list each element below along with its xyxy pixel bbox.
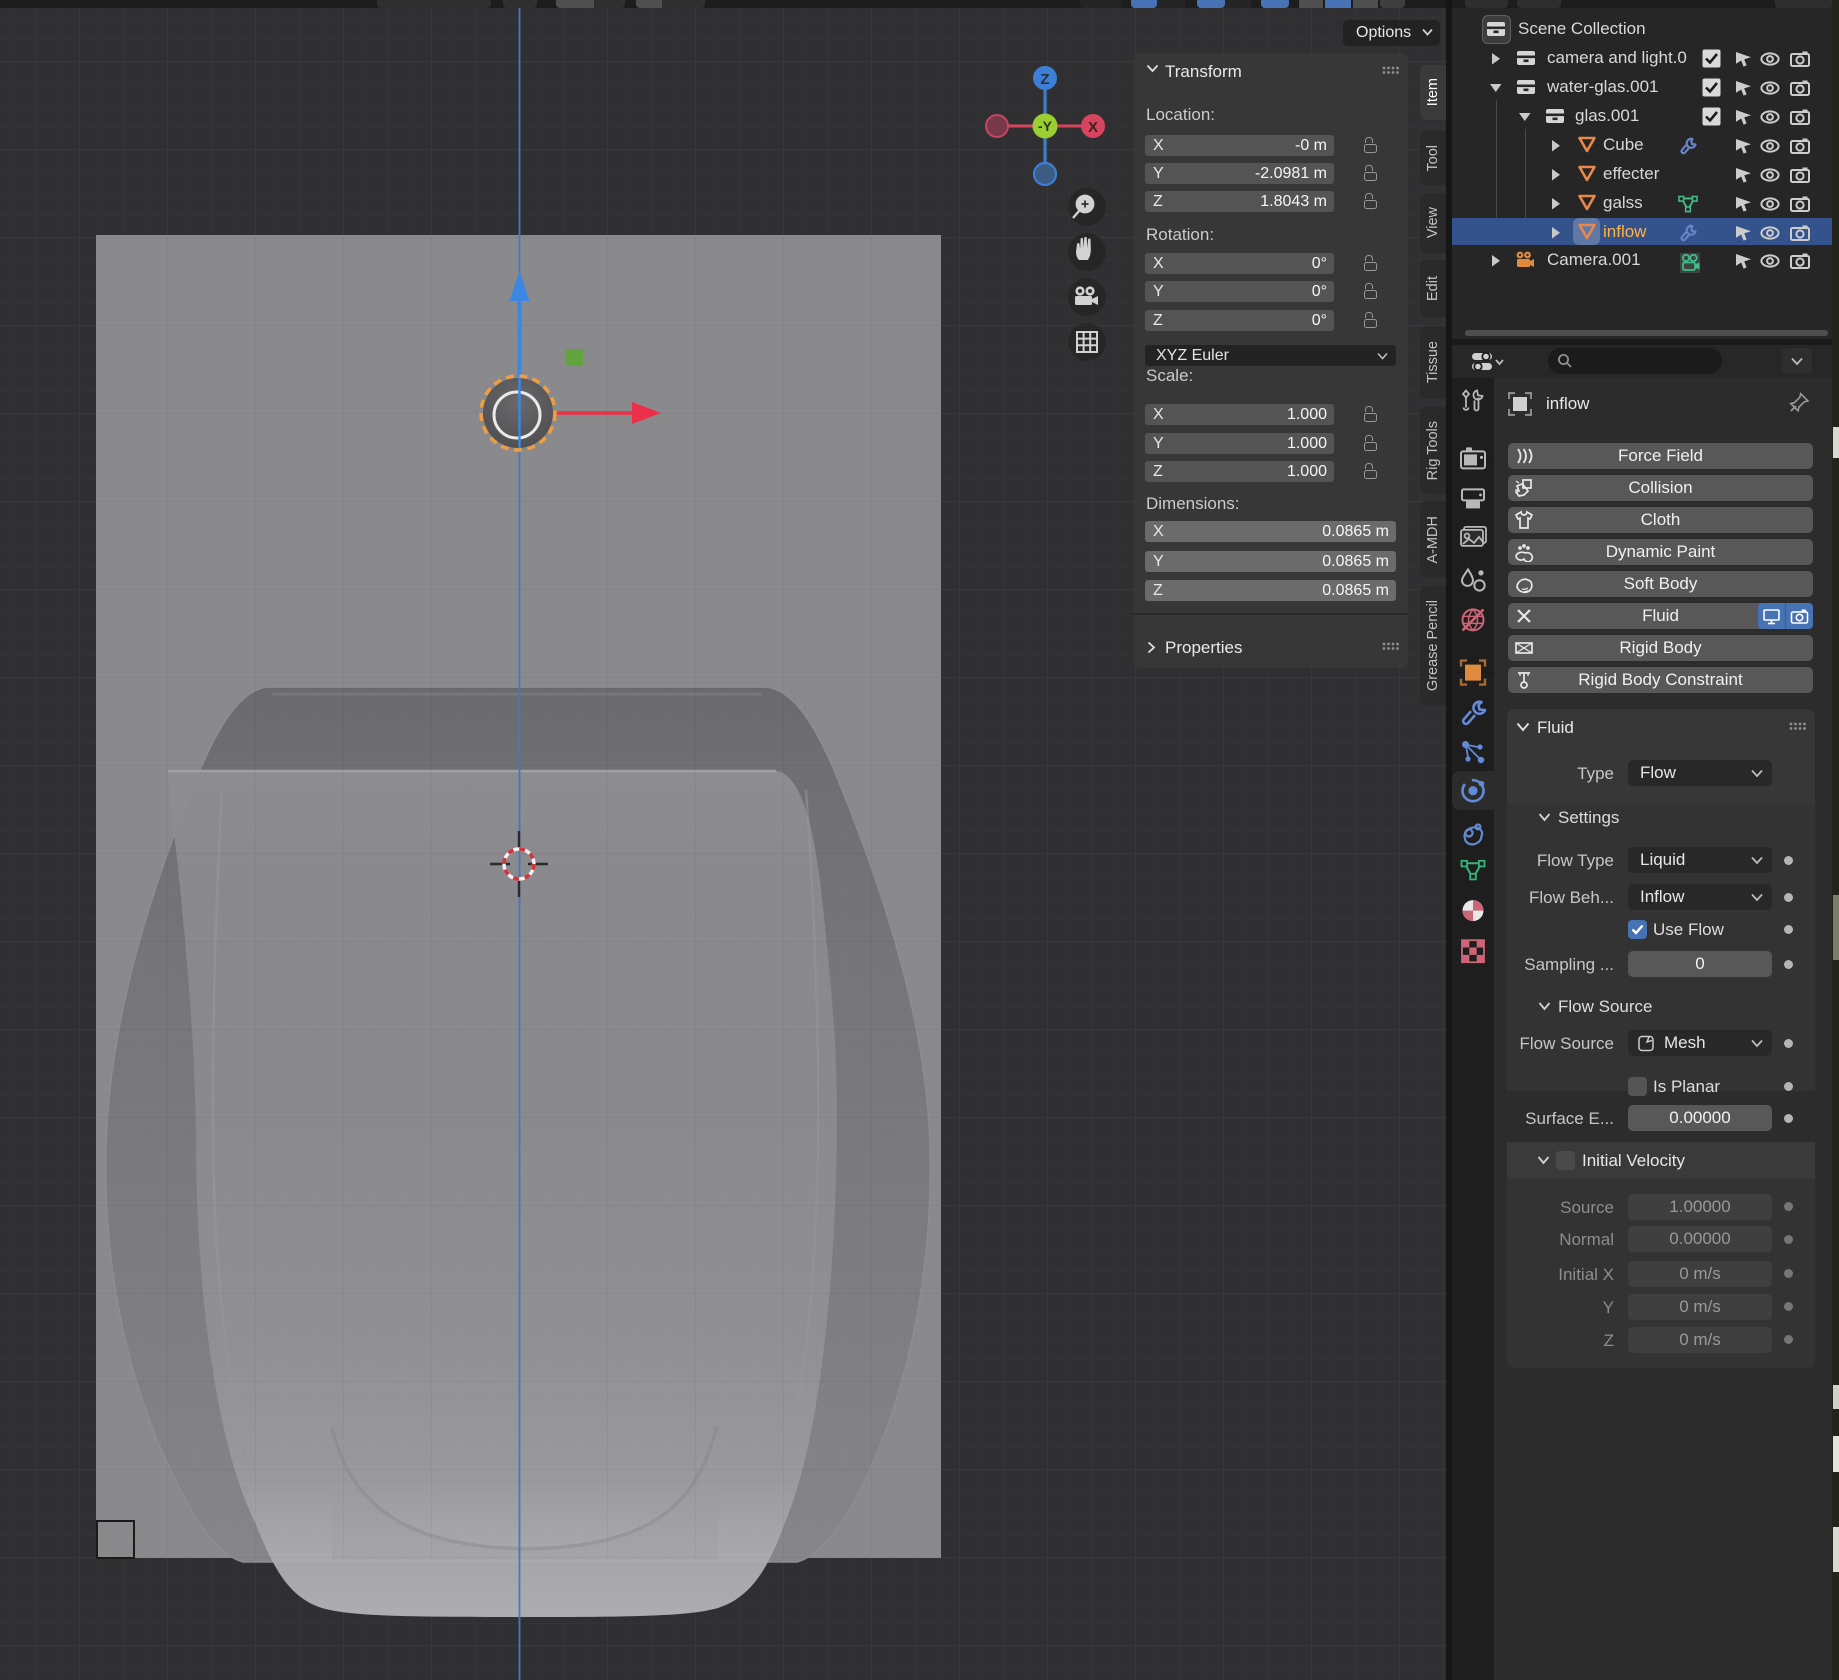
svg-text:Z: Z: [1040, 71, 1049, 88]
svg-text:X: X: [1088, 119, 1098, 136]
svg-text:-Y: -Y: [1038, 118, 1053, 134]
